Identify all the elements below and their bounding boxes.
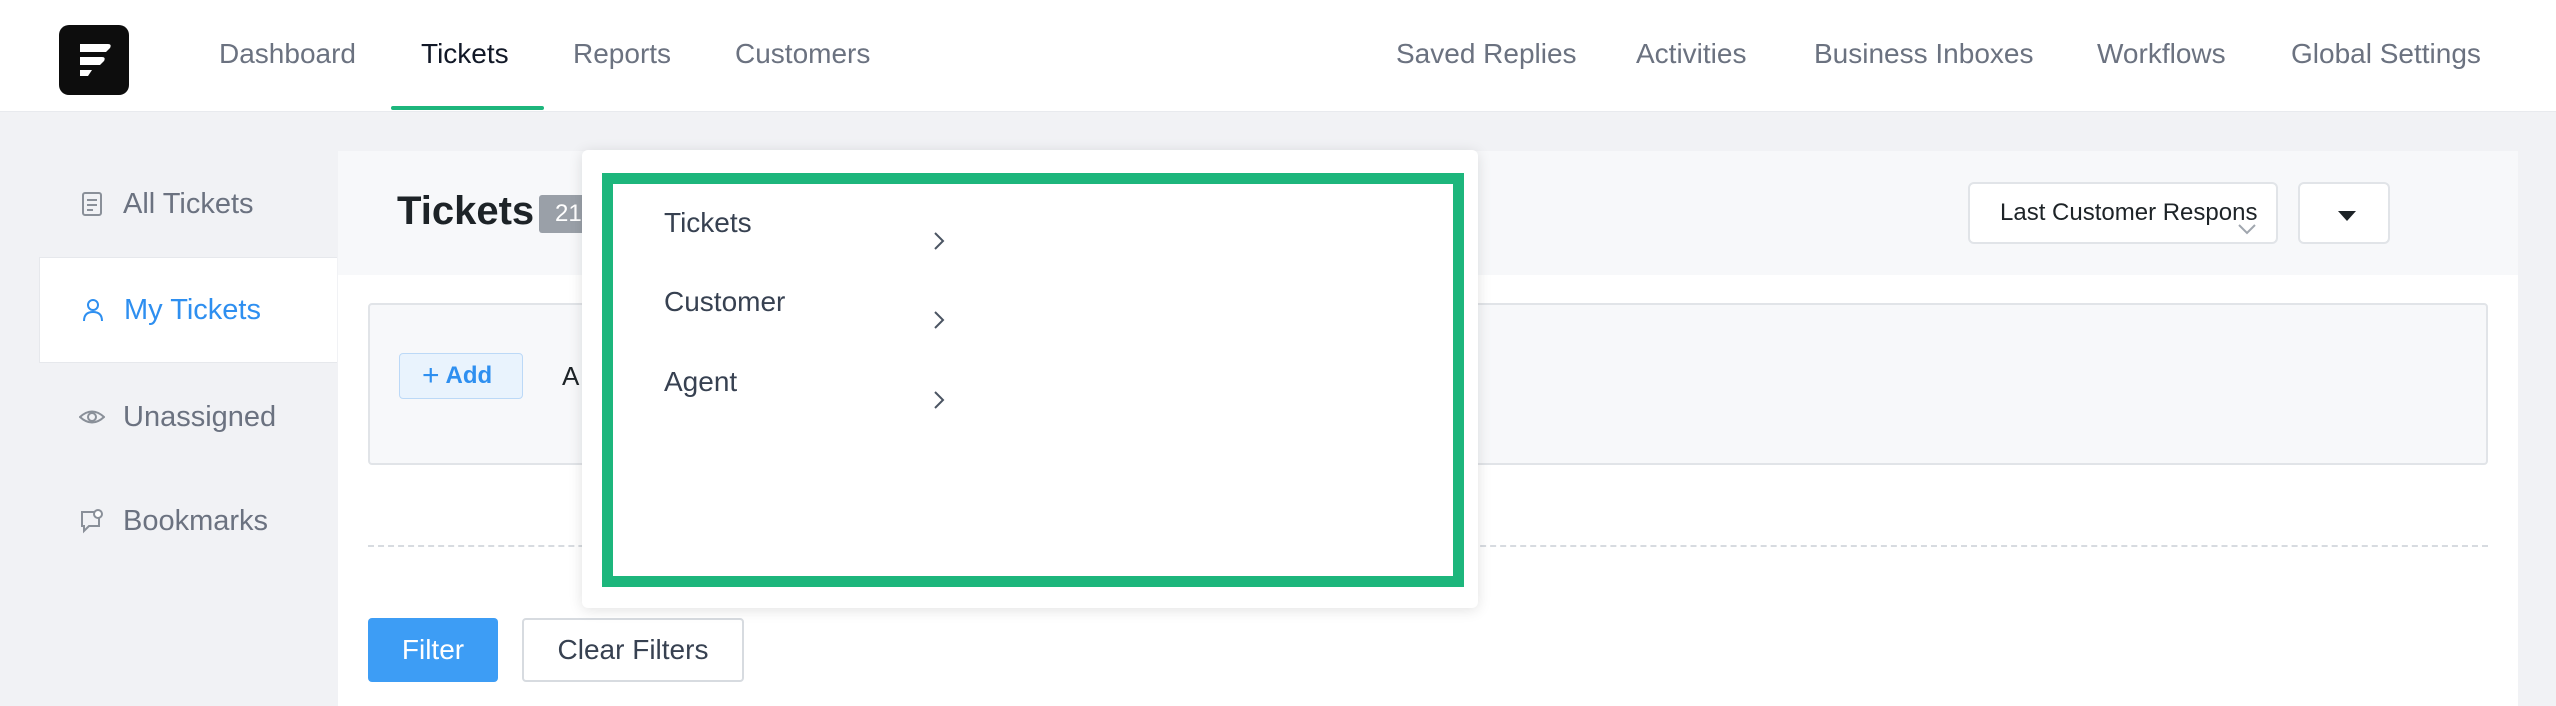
dropdown-item-customer[interactable]: Customer	[664, 272, 964, 332]
logo-mark-icon	[80, 44, 111, 76]
chevron-right-icon	[929, 292, 949, 352]
sidebar-item-label: My Tickets	[124, 293, 261, 326]
sort-select-value: Last Customer Respons	[2000, 199, 2258, 226]
chevron-right-icon	[929, 213, 949, 273]
nav-reports[interactable]: Reports	[573, 0, 671, 112]
filter-partial-text: A	[562, 361, 580, 391]
top-navigation: Dashboard Tickets Reports Customers Save…	[0, 0, 2556, 112]
sidebar-item-unassigned[interactable]: Unassigned	[39, 364, 337, 470]
eye-icon	[78, 404, 106, 430]
chevron-right-icon	[929, 372, 949, 432]
sidebar-item-bookmarks[interactable]: Bookmarks	[39, 468, 337, 574]
bookmark-chat-icon	[79, 508, 105, 534]
nav-dashboard[interactable]: Dashboard	[219, 0, 356, 112]
nav-business-inboxes[interactable]: Business Inboxes	[1814, 0, 2033, 112]
caret-down-icon	[2338, 211, 2356, 221]
sidebar-item-all-tickets[interactable]: All Tickets	[39, 151, 337, 257]
sidebar-item-label: All Tickets	[123, 187, 254, 220]
plus-icon: +	[422, 359, 440, 392]
filter-button[interactable]: Filter	[368, 618, 498, 682]
dropdown-item-label: Customer	[664, 286, 786, 317]
nav-activities[interactable]: Activities	[1636, 0, 1746, 112]
dropdown-item-label: Tickets	[664, 207, 752, 238]
page-title: Tickets	[397, 189, 535, 233]
sort-order-button[interactable]	[2298, 182, 2390, 244]
app-logo[interactable]	[59, 25, 129, 95]
chevron-down-icon	[2236, 204, 2258, 242]
dropdown-item-tickets[interactable]: Tickets	[664, 193, 964, 253]
nav-global-settings[interactable]: Global Settings	[2291, 0, 2481, 112]
add-filter-label: Add	[445, 362, 493, 389]
active-tab-indicator	[391, 106, 544, 110]
dropdown-item-label: Agent	[664, 366, 738, 397]
nav-customers[interactable]: Customers	[735, 0, 870, 112]
sidebar-item-label: Bookmarks	[123, 504, 269, 537]
nav-saved-replies[interactable]: Saved Replies	[1396, 0, 1577, 112]
document-icon	[79, 191, 105, 217]
sidebar-item-label: Unassigned	[123, 400, 277, 433]
user-icon	[80, 297, 106, 323]
add-filter-button[interactable]: + Add	[399, 353, 523, 399]
clear-filters-button[interactable]: Clear Filters	[522, 618, 744, 682]
dropdown-item-agent[interactable]: Agent	[664, 352, 964, 412]
sidebar-item-my-tickets[interactable]: My Tickets	[39, 257, 337, 363]
nav-workflows[interactable]: Workflows	[2097, 0, 2226, 112]
nav-tickets[interactable]: Tickets	[421, 0, 509, 112]
sort-select[interactable]: Last Customer Respons	[1968, 182, 2278, 244]
